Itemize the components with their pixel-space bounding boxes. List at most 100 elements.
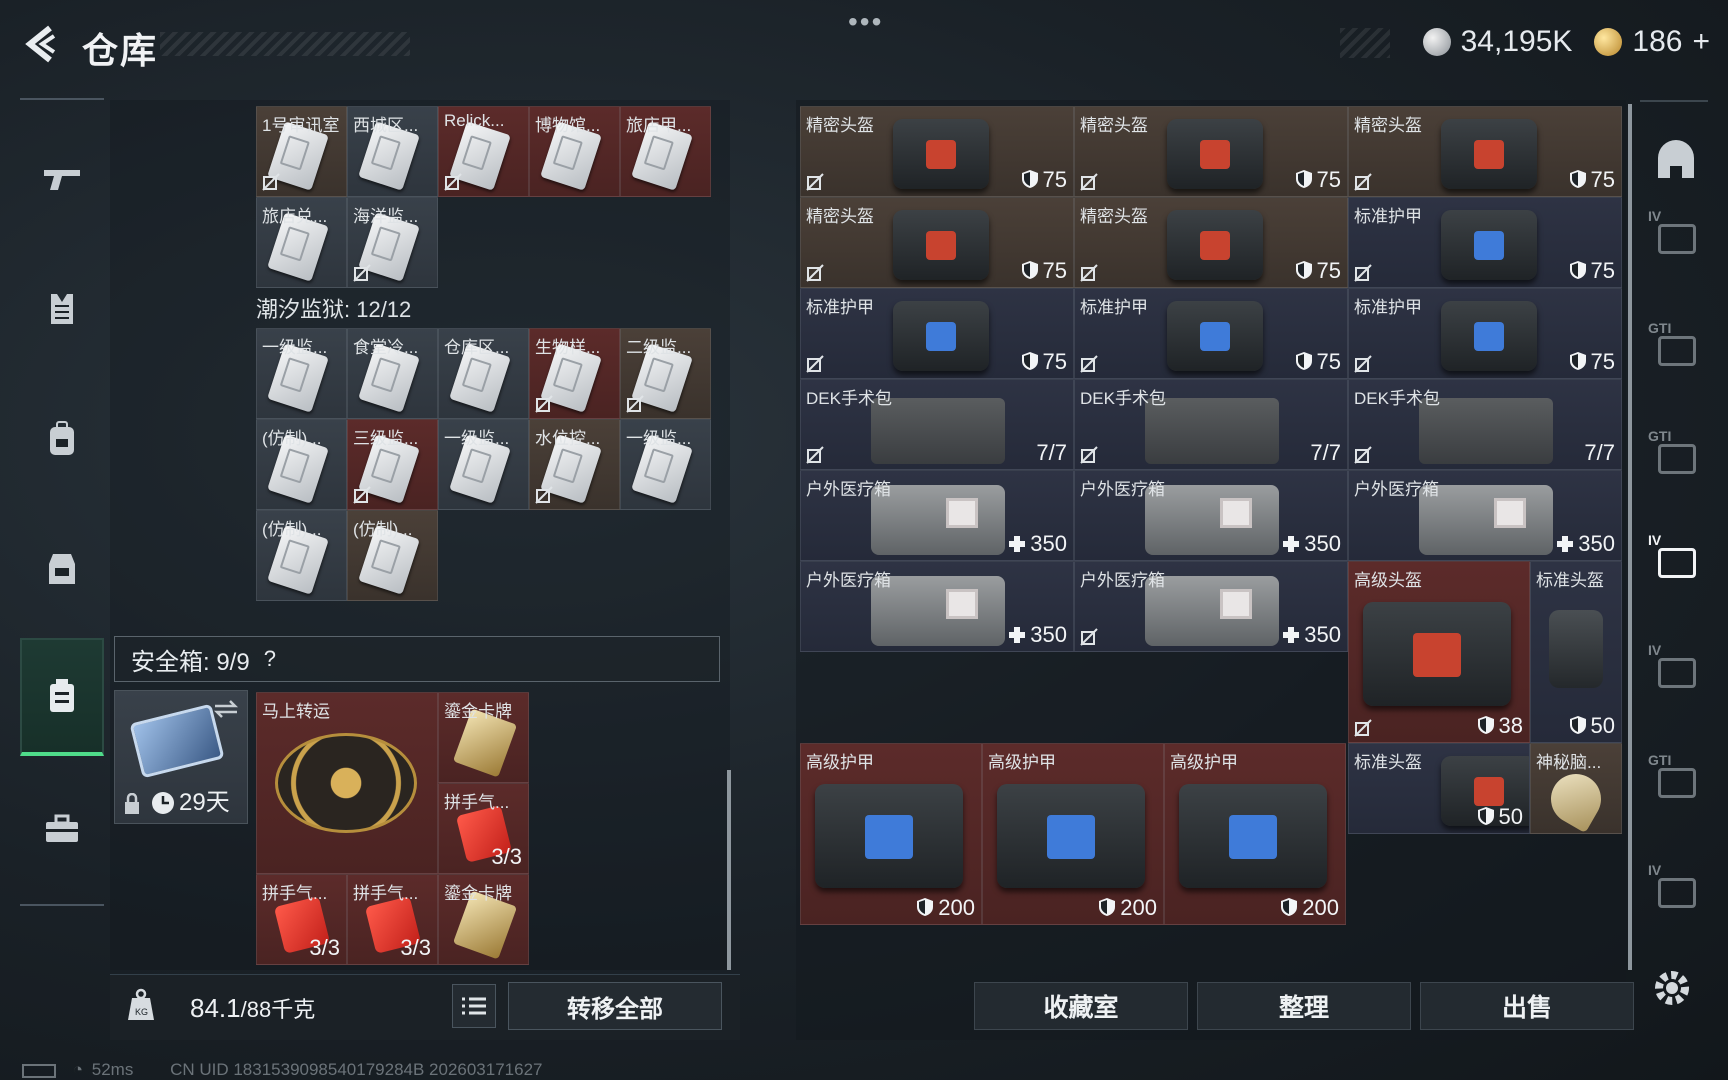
warehouse-item-slot[interactable]: 户外医疗箱 350 (800, 470, 1074, 561)
back-arrow-icon[interactable] (20, 22, 64, 66)
warehouse-scrollbar[interactable] (1628, 104, 1632, 970)
warehouse-tab[interactable]: IV (1648, 862, 1704, 918)
warehouse-tab[interactable]: IV (1648, 532, 1704, 588)
safe-item-slot[interactable]: 鎏金卡牌 (438, 874, 529, 965)
nav-briefcase[interactable] (20, 770, 104, 888)
safe-item-slot[interactable]: 拼手气... 3/3 (438, 783, 529, 874)
keycard-slot[interactable]: 博物馆... (529, 106, 620, 197)
keycard-slot[interactable]: 生物样... (529, 328, 620, 419)
equipment-detail (925, 322, 957, 352)
item-value-text: 350 (1304, 531, 1341, 556)
safebox-slot[interactable]: 29天 (114, 690, 248, 824)
keycard-slot[interactable]: 海洋监... (347, 197, 438, 288)
keycard-slot[interactable]: 食堂冷... (347, 328, 438, 419)
warehouse-item-slot[interactable]: DEK手术包 7/7 (800, 379, 1074, 470)
title-decoration (160, 32, 410, 56)
tab-box-icon (1658, 336, 1696, 366)
keycard-slot[interactable]: 一级监... (438, 419, 529, 510)
nav-backpack[interactable] (20, 380, 104, 498)
keycard-slot[interactable]: Relick... (438, 106, 529, 197)
warehouse-item-slot[interactable]: 精密头盔 75 (1074, 197, 1348, 288)
warehouse-item-slot[interactable]: DEK手术包 7/7 (1074, 379, 1348, 470)
warehouse-item-slot[interactable]: 精密头盔 75 (1074, 106, 1348, 197)
nav-safe-box[interactable] (20, 638, 104, 756)
warehouse-item-slot[interactable]: 户外医疗箱 350 (1074, 561, 1348, 652)
warehouse-item-slot[interactable]: 户外医疗箱 350 (1074, 470, 1348, 561)
nav-weapon[interactable] (20, 120, 104, 238)
warehouse-item-slot[interactable]: 户外医疗箱 350 (1348, 470, 1622, 561)
item-name: 鎏金卡牌 (444, 884, 512, 903)
item-value: 350 (1008, 622, 1067, 648)
safe-item-slot[interactable]: 马上转运 (256, 692, 438, 874)
equipment-detail (1199, 231, 1231, 261)
keycard-slot[interactable]: (仿制)... (256, 510, 347, 601)
warehouse-item-slot[interactable]: 高级头盔 38 (1348, 561, 1530, 743)
warehouse-item-slot[interactable]: 高级护甲 200 (800, 743, 982, 925)
add-currency-button[interactable]: + (1692, 25, 1710, 59)
warehouse-item-slot[interactable]: 标准护甲 75 (800, 288, 1074, 379)
keycard-slot[interactable]: 二级监... (620, 328, 711, 419)
menu-dots[interactable]: ••• (848, 6, 883, 38)
helmet-slot-icon[interactable] (1654, 140, 1698, 180)
warehouse-item-slot[interactable]: 标准头盔 50 (1530, 561, 1622, 743)
item-name: 标准护甲 (1080, 298, 1148, 317)
warehouse-item-slot[interactable]: 精密头盔 75 (800, 106, 1074, 197)
tab-tier-label: GTI (1648, 320, 1672, 336)
keycard-slot[interactable]: 一级监... (256, 328, 347, 419)
keycard-slot[interactable]: 仓库区... (438, 328, 529, 419)
keycard-slot[interactable]: (仿制)... (347, 510, 438, 601)
sell-button[interactable]: 出售 (1420, 982, 1634, 1030)
warehouse-item-slot[interactable]: 神秘脑... (1530, 743, 1622, 834)
warehouse-item-slot[interactable]: 标准护甲 75 (1348, 197, 1622, 288)
warehouse-item-slot[interactable]: 标准头盔 50 (1348, 743, 1530, 834)
collection-room-button[interactable]: 收藏室 (974, 982, 1188, 1030)
warehouse-item-slot[interactable]: DEK手术包 7/7 (1348, 379, 1622, 470)
warehouse-item-slot[interactable]: 精密头盔 75 (1348, 106, 1622, 197)
organize-button[interactable]: 整理 (1197, 982, 1411, 1030)
warehouse-tab[interactable]: GTI (1648, 428, 1704, 484)
warehouse-tab[interactable]: IV (1648, 208, 1704, 264)
item-value-text: 3/3 (400, 935, 431, 960)
keycard-slot[interactable]: 一级监... (620, 419, 711, 510)
keycard-slot[interactable]: 西城区... (347, 106, 438, 197)
item-name: 高级头盔 (1354, 571, 1422, 590)
warehouse-item-slot[interactable]: 精密头盔 75 (800, 197, 1074, 288)
warehouse-tab[interactable]: IV (1648, 642, 1704, 698)
safe-item-slot[interactable]: 鎏金卡牌 (438, 692, 529, 783)
keycard-slot[interactable]: (仿制)... (256, 419, 347, 510)
safe-item-slot[interactable]: 拼手气... 3/3 (256, 874, 347, 965)
transfer-all-button[interactable]: 转移全部 (508, 982, 722, 1030)
item-value: 200 (1280, 895, 1339, 921)
list-view-button[interactable] (452, 984, 496, 1028)
equipment-detail (1413, 633, 1461, 677)
swap-icon[interactable] (213, 699, 239, 719)
item-name: 标准护甲 (1354, 207, 1422, 226)
help-icon[interactable]: ? (264, 646, 276, 672)
settings-gear-icon[interactable] (1652, 968, 1692, 1008)
keycard-slot[interactable]: 水位控... (529, 419, 620, 510)
warehouse-item-slot[interactable]: 标准护甲 75 (1074, 288, 1348, 379)
helmet-image (1549, 610, 1603, 688)
item-value-text: 7/7 (1310, 440, 1341, 465)
nav-vest[interactable] (20, 250, 104, 368)
left-scrollbar[interactable] (727, 770, 731, 970)
warehouse-item-slot[interactable]: 高级护甲 200 (1164, 743, 1346, 925)
safe-item-slot[interactable]: 拼手气... 3/3 (347, 874, 438, 965)
warehouse-item-slot[interactable]: 户外医疗箱 350 (800, 561, 1074, 652)
warehouse-item-slot[interactable]: 标准护甲 75 (1348, 288, 1622, 379)
warehouse-item-slot[interactable]: 高级护甲 200 (982, 743, 1164, 925)
keycard-slot[interactable]: 三级监... (347, 419, 438, 510)
warehouse-tab[interactable]: GTI (1648, 320, 1704, 376)
item-value-text: 200 (938, 895, 975, 920)
briefcase-icon (46, 814, 78, 842)
unmarked-icon (1354, 446, 1372, 464)
warehouse-tab[interactable]: GTI (1648, 752, 1704, 808)
keycard-slot[interactable]: 旅店甲... (620, 106, 711, 197)
chest-rig-icon (49, 554, 75, 584)
armor-durability-icon (1569, 716, 1586, 734)
equipment-detail (925, 140, 957, 170)
keycard-slot[interactable]: 旅店兑... (256, 197, 347, 288)
tab-box-icon (1658, 548, 1696, 578)
nav-chest-rig[interactable] (20, 510, 104, 628)
keycard-slot[interactable]: 1号审讯室 (256, 106, 347, 197)
